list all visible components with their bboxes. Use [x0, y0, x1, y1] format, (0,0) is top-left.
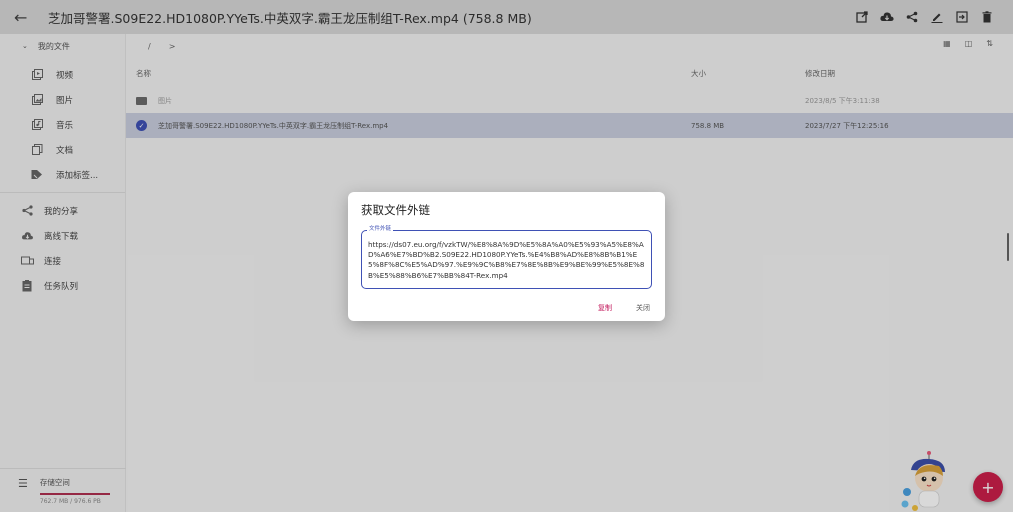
link-field-label: 文件外链 — [367, 224, 394, 232]
copy-button[interactable]: 复制 — [598, 303, 612, 313]
dialog-title: 获取文件外链 — [361, 203, 430, 217]
close-button[interactable]: 关闭 — [636, 303, 650, 313]
scrollbar-thumb[interactable] — [1007, 233, 1009, 261]
share-link-dialog: 获取文件外链 文件外链 https://ds07.eu.org/f/vzkTW/… — [348, 192, 665, 321]
link-field-value[interactable]: https://ds07.eu.org/f/vzkTW/%E8%8A%9D%E5… — [368, 240, 648, 281]
